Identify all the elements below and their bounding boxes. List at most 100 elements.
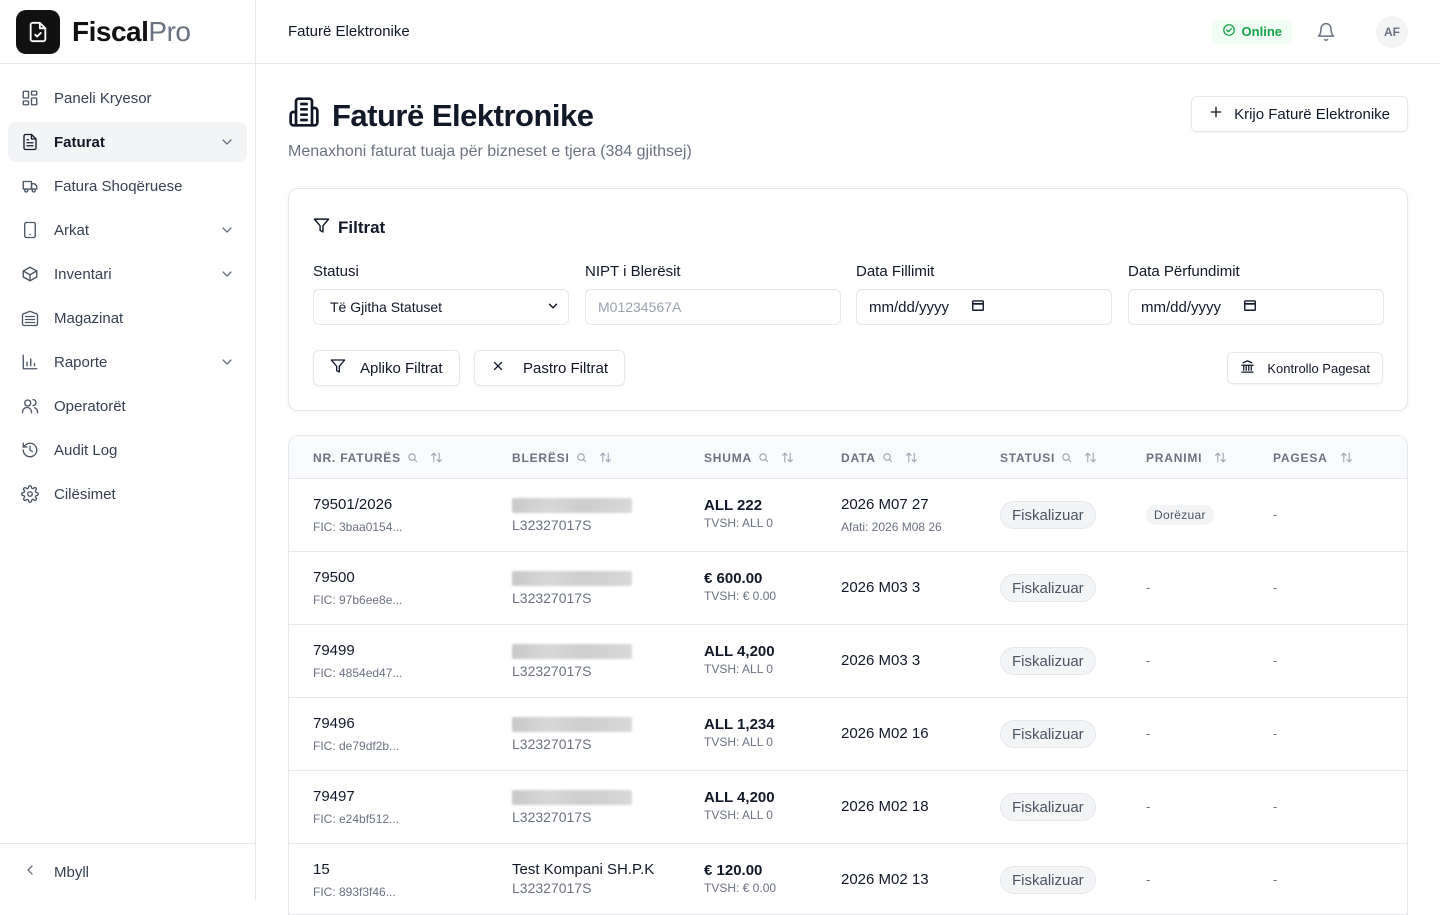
column-header[interactable]: BLERËSI — [512, 436, 612, 479]
end-date-input[interactable]: mm/dd/yyyy — [1128, 289, 1384, 325]
column-header[interactable]: NR. FATURËS — [313, 436, 443, 479]
sidebar-item-label: Faturat — [54, 133, 105, 151]
vat-amount: TVSH: € 0.00 — [704, 881, 777, 895]
search-icon[interactable] — [882, 452, 893, 463]
collapse-label: Mbyll — [54, 863, 90, 881]
table-body: 79501/2026 FIC: 3baa0154... L32327017S ALL … — [289, 479, 1407, 914]
invoice-icon — [20, 132, 40, 152]
search-icon[interactable] — [758, 452, 769, 463]
column-header[interactable]: SHUMA — [704, 436, 794, 479]
sidebar-item-label: Magazinat — [54, 309, 124, 327]
sort-icon[interactable] — [781, 451, 794, 464]
check-circle-icon — [1222, 23, 1236, 40]
invoice-date: 2026 M07 27 — [841, 496, 929, 513]
user-avatar[interactable]: AF — [1376, 15, 1408, 48]
clear-filters-button[interactable]: Pastro Filtrat — [474, 350, 626, 386]
sort-icon[interactable] — [905, 451, 918, 464]
invoice-number[interactable]: 15 — [313, 861, 396, 878]
sidebar-item-audit-log[interactable]: Audit Log — [8, 430, 247, 470]
column-header[interactable]: PRANIMI — [1146, 436, 1227, 479]
history-icon — [20, 440, 40, 460]
notifications-bell-icon[interactable] — [1310, 16, 1342, 48]
table-row[interactable]: 79501/2026 FIC: 3baa0154... L32327017S ALL … — [289, 479, 1407, 552]
calendar-icon[interactable] — [971, 298, 985, 316]
sidebar-item-arkat[interactable]: Arkat — [8, 210, 247, 250]
dashboard-icon — [20, 88, 40, 108]
acceptance-value: - — [1146, 726, 1151, 741]
buyer-nipt: L32327017S — [512, 736, 592, 752]
brand[interactable]: FiscalPro — [0, 0, 255, 64]
column-header-label: STATUSI — [1000, 450, 1056, 465]
status-select-value: Të Gjitha Statuset — [330, 299, 443, 315]
calendar-icon[interactable] — [1243, 298, 1257, 316]
buyer-nipt: L32327017S — [512, 590, 592, 606]
column-header[interactable]: PAGESA — [1273, 436, 1353, 479]
status-badge: Fiskalizuar — [1000, 720, 1096, 748]
nipt-input[interactable]: M01234567A — [585, 289, 841, 325]
filters-card: Filtrat Statusi Të Gjitha Statuset NIPT … — [288, 188, 1408, 411]
sort-icon[interactable] — [1214, 451, 1227, 464]
sidebar-item-label: Cilësimet — [54, 485, 116, 503]
page-header: Faturë Elektronike Menaxhoni faturat tua… — [288, 64, 1408, 188]
sort-icon[interactable] — [1340, 451, 1353, 464]
online-status-badge: Online — [1211, 19, 1292, 44]
apply-filters-button[interactable]: Apliko Filtrat — [313, 350, 460, 386]
sort-icon[interactable] — [599, 451, 612, 464]
collapse-sidebar-button[interactable]: Mbyll — [0, 843, 255, 900]
end-date-placeholder: mm/dd/yyyy — [1141, 298, 1222, 316]
column-header[interactable]: DATA — [841, 436, 918, 479]
payment-value: - — [1273, 872, 1278, 887]
nipt-input-placeholder: M01234567A — [598, 299, 682, 315]
chevron-down-icon[interactable] — [219, 266, 235, 282]
chevron-down-icon[interactable] — [219, 222, 235, 238]
invoice-number[interactable]: 79496 — [313, 715, 399, 732]
table-row[interactable]: 79496 FIC: de79df2b... L32327017S ALL 1,234… — [289, 698, 1407, 771]
chevron-down-icon[interactable] — [219, 134, 235, 150]
bar-chart-icon — [20, 352, 40, 372]
sidebar-item-operator-t[interactable]: Operatorët — [8, 386, 247, 426]
start-date-input[interactable]: mm/dd/yyyy — [856, 289, 1112, 325]
sidebar-item-fatura-shoq-ruese[interactable]: Fatura Shoqëruese — [8, 166, 247, 206]
column-header[interactable]: STATUSI — [1000, 436, 1097, 479]
sidebar-item-magazinat[interactable]: Magazinat — [8, 298, 247, 338]
sidebar-item-inventari[interactable]: Inventari — [8, 254, 247, 294]
search-icon[interactable] — [1061, 452, 1072, 463]
sidebar-item-paneli-kryesor[interactable]: Paneli Kryesor — [8, 78, 247, 118]
status-select[interactable]: Të Gjitha Statuset — [313, 289, 569, 325]
table-row[interactable]: 79500 FIC: 97b6ee8e... L32327017S € 600.00 T… — [289, 552, 1407, 625]
sidebar-item-faturat[interactable]: Faturat — [8, 122, 247, 162]
invoice-amount: ALL 4,200 — [704, 789, 775, 806]
close-icon — [491, 359, 505, 377]
chevron-down-icon[interactable] — [219, 354, 235, 370]
sidebar-item-raporte[interactable]: Raporte — [8, 342, 247, 382]
invoice-amount: € 600.00 — [704, 570, 763, 587]
invoice-number[interactable]: 79497 — [313, 788, 399, 805]
online-status-label: Online — [1241, 24, 1282, 39]
sidebar-item-cil-simet[interactable]: Cilësimet — [8, 474, 247, 514]
sidebar-item-label: Arkat — [54, 221, 90, 239]
invoice-number[interactable]: 79501/2026 — [313, 496, 402, 513]
check-payments-button[interactable]: Kontrollo Pagesat — [1227, 352, 1383, 384]
invoice-number[interactable]: 79500 — [313, 569, 402, 586]
settings-icon — [20, 484, 40, 504]
sidebar-nav: Paneli Kryesor Faturat Fatura Shoqëruese Ar… — [0, 64, 255, 514]
box-icon — [20, 264, 40, 284]
sort-icon[interactable] — [1084, 451, 1097, 464]
table-row[interactable]: 79497 FIC: e24bf512... L32327017S ALL 4,200… — [289, 771, 1407, 844]
acceptance-value: - — [1146, 580, 1151, 595]
plus-icon — [1208, 104, 1224, 124]
table-row[interactable]: 79499 FIC: 4854ed47... L32327017S ALL 4,200… — [289, 625, 1407, 698]
search-icon[interactable] — [407, 452, 418, 463]
sort-icon[interactable] — [430, 451, 443, 464]
buyer-nipt: L32327017S — [512, 517, 592, 533]
invoice-date: 2026 M03 3 — [841, 579, 921, 596]
create-e-invoice-button[interactable]: Krijo Faturë Elektronike — [1191, 96, 1408, 132]
check-payments-label: Kontrollo Pagesat — [1267, 360, 1370, 376]
invoice-number[interactable]: 79499 — [313, 642, 402, 659]
search-icon[interactable] — [576, 452, 587, 463]
status-badge: Fiskalizuar — [1000, 866, 1096, 894]
table-row[interactable]: 15 FIC: 893f3f46... Test Kompani SH.P.K L32… — [289, 844, 1407, 914]
acceptance-value: - — [1146, 872, 1151, 887]
chevron-left-icon — [22, 862, 38, 882]
brand-name: FiscalPro — [72, 15, 191, 47]
